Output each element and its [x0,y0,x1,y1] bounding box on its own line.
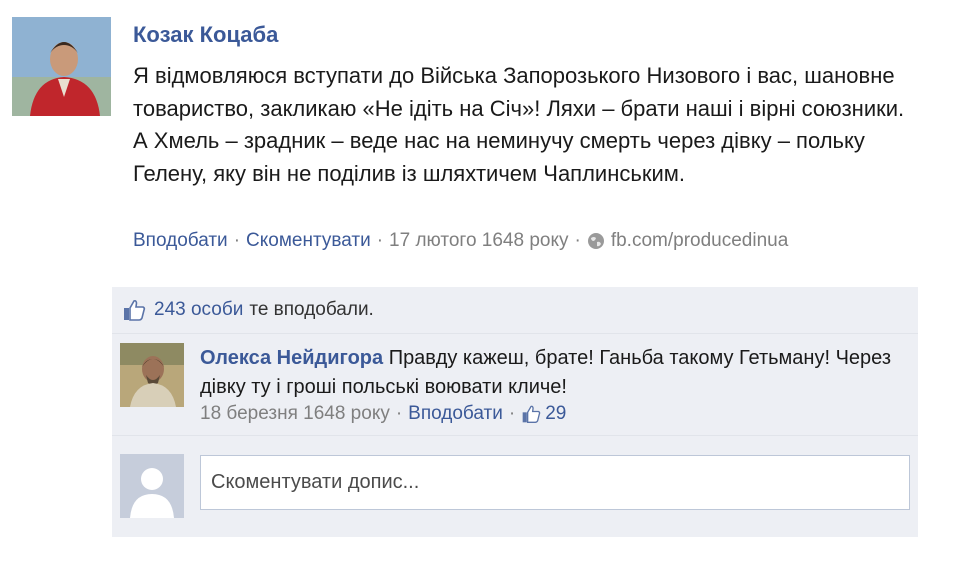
comment-author-name[interactable]: Олекса Нейдигора [200,347,383,369]
thumbs-up-icon [122,298,146,322]
author-avatar[interactable] [12,17,111,116]
like-link[interactable]: Вподобати [133,230,228,252]
globe-icon [587,232,605,250]
feedback-section: 243 особи те вподобали. Олекса Нейдигора… [112,287,918,537]
separator: · [376,230,384,251]
comment-item: Олекса Нейдигора Правду кажеш, брате! Га… [112,336,918,436]
post-text: Я відмовляюся вступати до Війська Запоро… [133,63,905,186]
separator: · [574,230,581,251]
separator: · [508,403,516,424]
default-avatar-icon [120,454,184,518]
post-date[interactable]: 17 лютого 1648 року [389,230,568,252]
separator: · [233,230,241,251]
likes-summary: 243 особи те вподобали. [112,287,918,334]
likes-count-link[interactable]: 243 особи [154,299,243,321]
post-meta: Вподобати · Скоментувати · 17 лютого 164… [133,230,788,252]
likes-suffix: те вподобали. [249,299,374,320]
separator: · [395,403,403,424]
comment-body: Олекса Нейдигора Правду кажеш, брате! Га… [200,344,900,402]
comment-meta: 18 березня 1648 року · Вподобати · 29 [200,403,566,425]
post-author-name[interactable]: Козак Коцаба [133,22,278,48]
comment-input[interactable] [200,455,910,510]
comment-link[interactable]: Скоментувати [246,230,371,252]
comment-like-link[interactable]: Вподобати [408,403,503,425]
thumbs-up-icon [521,404,541,424]
comment-like-count[interactable]: 29 [545,403,566,425]
comment-author-avatar[interactable] [120,343,184,407]
post-source[interactable]: fb.com/producedinua [611,230,788,252]
comment-date[interactable]: 18 березня 1648 року [200,403,390,425]
